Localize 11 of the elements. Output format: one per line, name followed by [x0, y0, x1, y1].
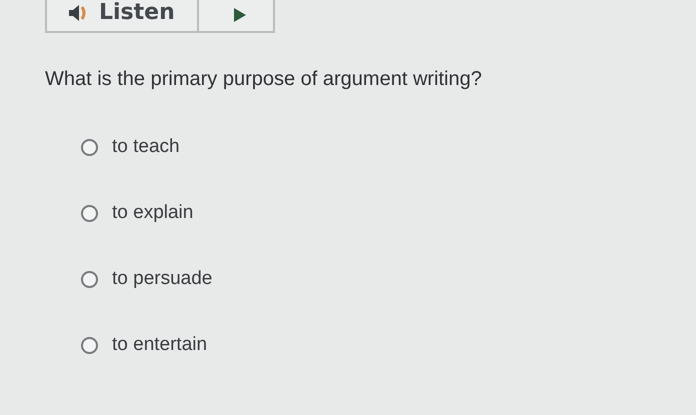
- radio-button[interactable]: [81, 204, 98, 222]
- radio-button[interactable]: [81, 138, 98, 156]
- listen-button[interactable]: Listen: [47, 0, 199, 31]
- option-label[interactable]: to explain: [112, 202, 194, 224]
- question-text: What is the primary purpose of argument writing?: [45, 68, 483, 91]
- option-label[interactable]: to entertain: [112, 334, 208, 356]
- option-label[interactable]: to teach: [112, 136, 180, 158]
- play-icon: [232, 6, 247, 22]
- radio-button[interactable]: [81, 270, 98, 288]
- radio-button[interactable]: [81, 336, 98, 354]
- option-label[interactable]: to persuade: [112, 268, 212, 290]
